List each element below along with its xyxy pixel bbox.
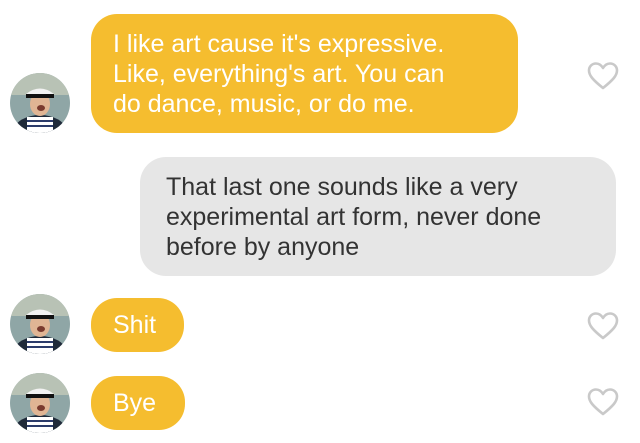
message-bubble-incoming[interactable]: I like art cause it's expressive. Like, …	[91, 14, 518, 133]
message-bubble-outgoing[interactable]: That last one sounds like a very experim…	[140, 157, 616, 276]
message-text-line: Bye	[113, 389, 157, 417]
message-text-line: before by anyone	[166, 233, 360, 261]
message-row: Bye	[0, 360, 640, 443]
message-row: Shit	[0, 280, 640, 360]
message-row: That last one sounds like a very experim…	[0, 150, 640, 280]
message-text-line: experimental art form, never done	[166, 203, 542, 231]
avatar-photo-icon	[10, 73, 70, 133]
message-text-line: do dance, music, or do me.	[113, 90, 415, 118]
message-text-line: That last one sounds like a very	[166, 173, 518, 201]
message-row: I like art cause it's expressive. Like, …	[0, 0, 640, 150]
heart-outline-icon[interactable]	[587, 387, 619, 417]
avatar[interactable]	[10, 73, 70, 133]
message-text-line: Shit	[113, 311, 157, 339]
heart-outline-icon[interactable]	[587, 61, 619, 91]
avatar-photo-icon	[10, 294, 70, 354]
avatar[interactable]	[10, 373, 70, 433]
heart-outline-icon[interactable]	[587, 311, 619, 341]
message-text-line: I like art cause it's expressive.	[113, 30, 445, 58]
message-bubble-incoming[interactable]: Shit	[91, 298, 184, 352]
avatar-photo-icon	[10, 373, 70, 433]
message-text-line: Like, everything's art. You can	[113, 60, 445, 88]
message-bubble-incoming[interactable]: Bye	[91, 376, 185, 430]
avatar[interactable]	[10, 294, 70, 354]
